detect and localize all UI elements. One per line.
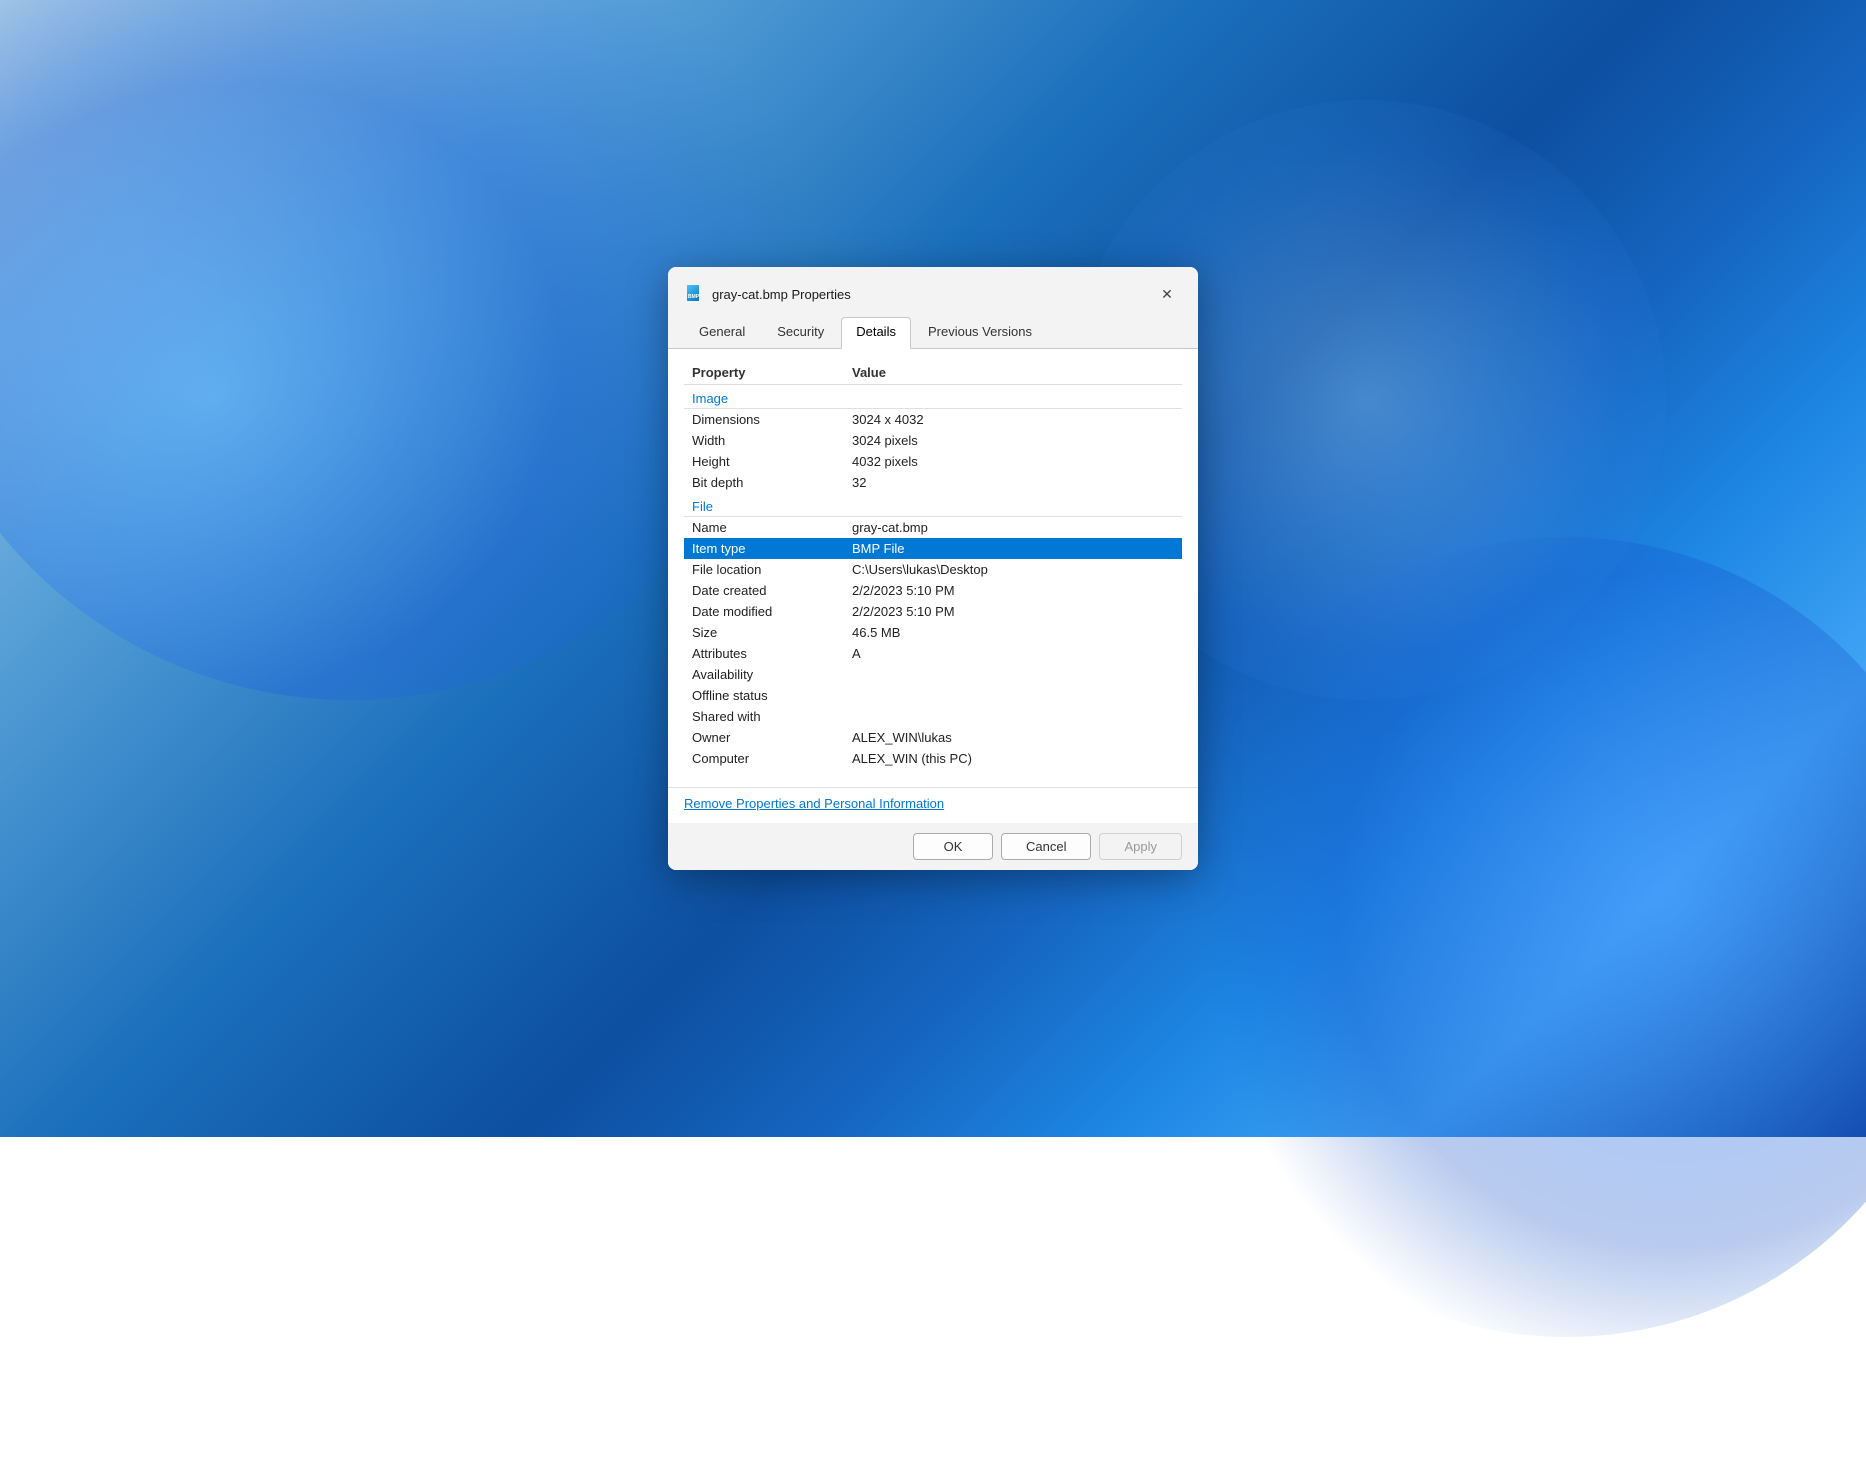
table-row[interactable]: Width 3024 pixels <box>684 430 1182 451</box>
close-button[interactable]: ✕ <box>1152 279 1182 309</box>
table-row[interactable]: Height 4032 pixels <box>684 451 1182 472</box>
ok-button[interactable]: OK <box>913 833 993 860</box>
tab-previous-versions[interactable]: Previous Versions <box>913 317 1047 348</box>
table-row[interactable]: Availability <box>684 664 1182 685</box>
category-file: File <box>684 493 1182 517</box>
table-row[interactable]: File location C:\Users\lukas\Desktop <box>684 559 1182 580</box>
table-row[interactable]: Date modified 2/2/2023 5:10 PM <box>684 601 1182 622</box>
tabs-container: General Security Details Previous Versio… <box>668 309 1198 349</box>
table-row[interactable]: Size 46.5 MB <box>684 622 1182 643</box>
table-row[interactable]: Shared with <box>684 706 1182 727</box>
table-row[interactable]: Owner ALEX_WIN\lukas <box>684 727 1182 748</box>
svg-text:BMP: BMP <box>688 294 700 300</box>
col-property-header: Property <box>684 361 844 385</box>
dialog-title: gray-cat.bmp Properties <box>712 287 851 302</box>
properties-dialog: BMP gray-cat.bmp Properties ✕ General Se… <box>668 267 1198 870</box>
table-row[interactable]: Dimensions 3024 x 4032 <box>684 409 1182 431</box>
titlebar: BMP gray-cat.bmp Properties ✕ <box>668 267 1198 309</box>
col-value-header: Value <box>844 361 1182 385</box>
table-row[interactable]: Computer ALEX_WIN (this PC) <box>684 748 1182 769</box>
remove-properties-link[interactable]: Remove Properties and Personal Informati… <box>684 796 944 811</box>
apply-button: Apply <box>1099 833 1182 860</box>
titlebar-left: BMP gray-cat.bmp Properties <box>684 284 851 304</box>
table-row[interactable]: Bit depth 32 <box>684 472 1182 493</box>
file-icon: BMP <box>684 284 704 304</box>
tab-general[interactable]: General <box>684 317 760 348</box>
footer-link-area: Remove Properties and Personal Informati… <box>668 787 1198 823</box>
table-row[interactable]: Offline status <box>684 685 1182 706</box>
table-row[interactable]: Name gray-cat.bmp <box>684 517 1182 539</box>
table-row-selected[interactable]: Item type BMP File <box>684 538 1182 559</box>
properties-table: Property Value Image Dimensions 3024 x 4… <box>684 361 1182 775</box>
table-row[interactable]: Date created 2/2/2023 5:10 PM <box>684 580 1182 601</box>
tab-security[interactable]: Security <box>762 317 839 348</box>
cancel-button[interactable]: Cancel <box>1001 833 1091 860</box>
category-image: Image <box>684 385 1182 409</box>
dialog-content: Property Value Image Dimensions 3024 x 4… <box>668 349 1198 787</box>
dialog-buttons: OK Cancel Apply <box>668 823 1198 870</box>
tab-details[interactable]: Details <box>841 317 911 349</box>
table-row[interactable]: Attributes A <box>684 643 1182 664</box>
